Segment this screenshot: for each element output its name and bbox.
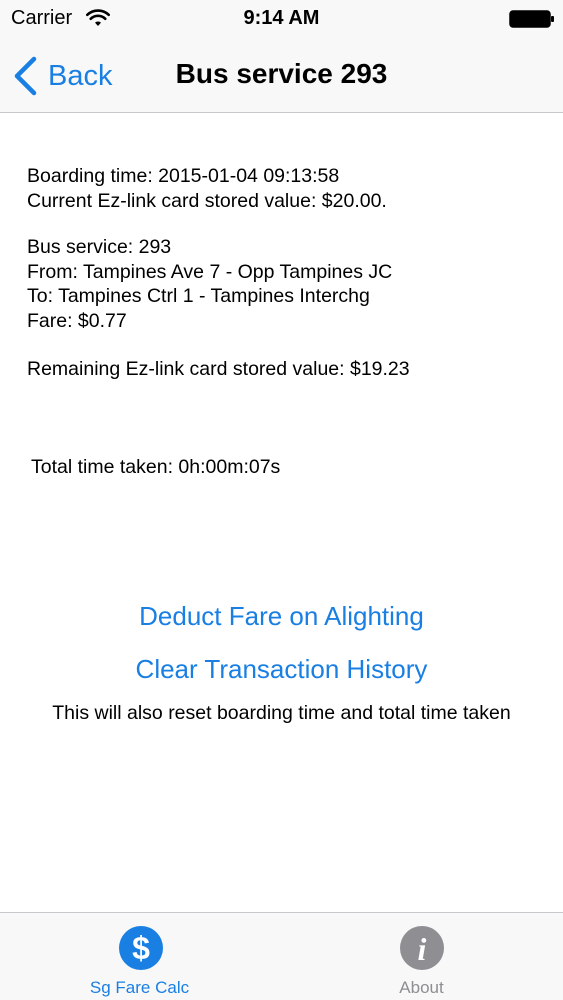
tab-sg-fare-calc[interactable]: $ Sg Fare Calc (0, 913, 281, 1000)
timer-info: Total time taken: 0h:00m:07s (31, 455, 280, 480)
screen: Carrier 9:14 AM Back Bus service 293 Boa… (0, 0, 563, 1000)
total-time-text: Total time taken: 0h:00m:07s (31, 456, 281, 478)
deduct-fare-button[interactable]: Deduct Fare on Alighting (0, 601, 563, 632)
dollar-icon: $ (118, 926, 163, 970)
from-stop-text: From: Tampines Ave 7 - Opp Tampines JC (27, 260, 393, 283)
boarding-time-text: Boarding time: 2015-01-04 09:13:58 (27, 165, 340, 187)
trip-info: Bus service: 293 From: Tampines Ave 7 - … (27, 235, 392, 333)
tab-bar: $ Sg Fare Calc i About (0, 912, 563, 1000)
navigation-bar: Back Bus service 293 (0, 40, 563, 113)
status-bar: Carrier 9:14 AM (0, 0, 563, 40)
tab-about[interactable]: i About (281, 913, 562, 1000)
clear-history-button[interactable]: Clear Transaction History (0, 654, 563, 685)
fare-text: Fare: $0.77 (27, 309, 127, 332)
current-value-text: Current Ez-link card stored value: $20.0… (27, 189, 387, 212)
page-title: Bus service 293 (175, 58, 388, 89)
tab-label: About (399, 978, 444, 997)
bus-service-text: Bus service: 293 (27, 236, 172, 258)
remaining-info: Remaining Ez-link card stored value: $19… (27, 357, 410, 382)
remaining-value-text: Remaining Ez-link card stored value: $19… (27, 358, 410, 380)
battery-icon (509, 10, 554, 28)
tab-label: Sg Fare Calc (89, 978, 190, 997)
card-info: Boarding time: 2015-01-04 09:13:58 Curre… (27, 164, 387, 213)
info-icon: i (399, 926, 444, 970)
status-time: 9:14 AM (243, 7, 320, 29)
svg-text:$: $ (132, 930, 150, 966)
reset-note-text: This will also reset boarding time and t… (52, 702, 511, 724)
to-stop-text: To: Tampines Ctrl 1 - Tampines Interchg (27, 285, 370, 307)
svg-text:i: i (417, 931, 426, 967)
